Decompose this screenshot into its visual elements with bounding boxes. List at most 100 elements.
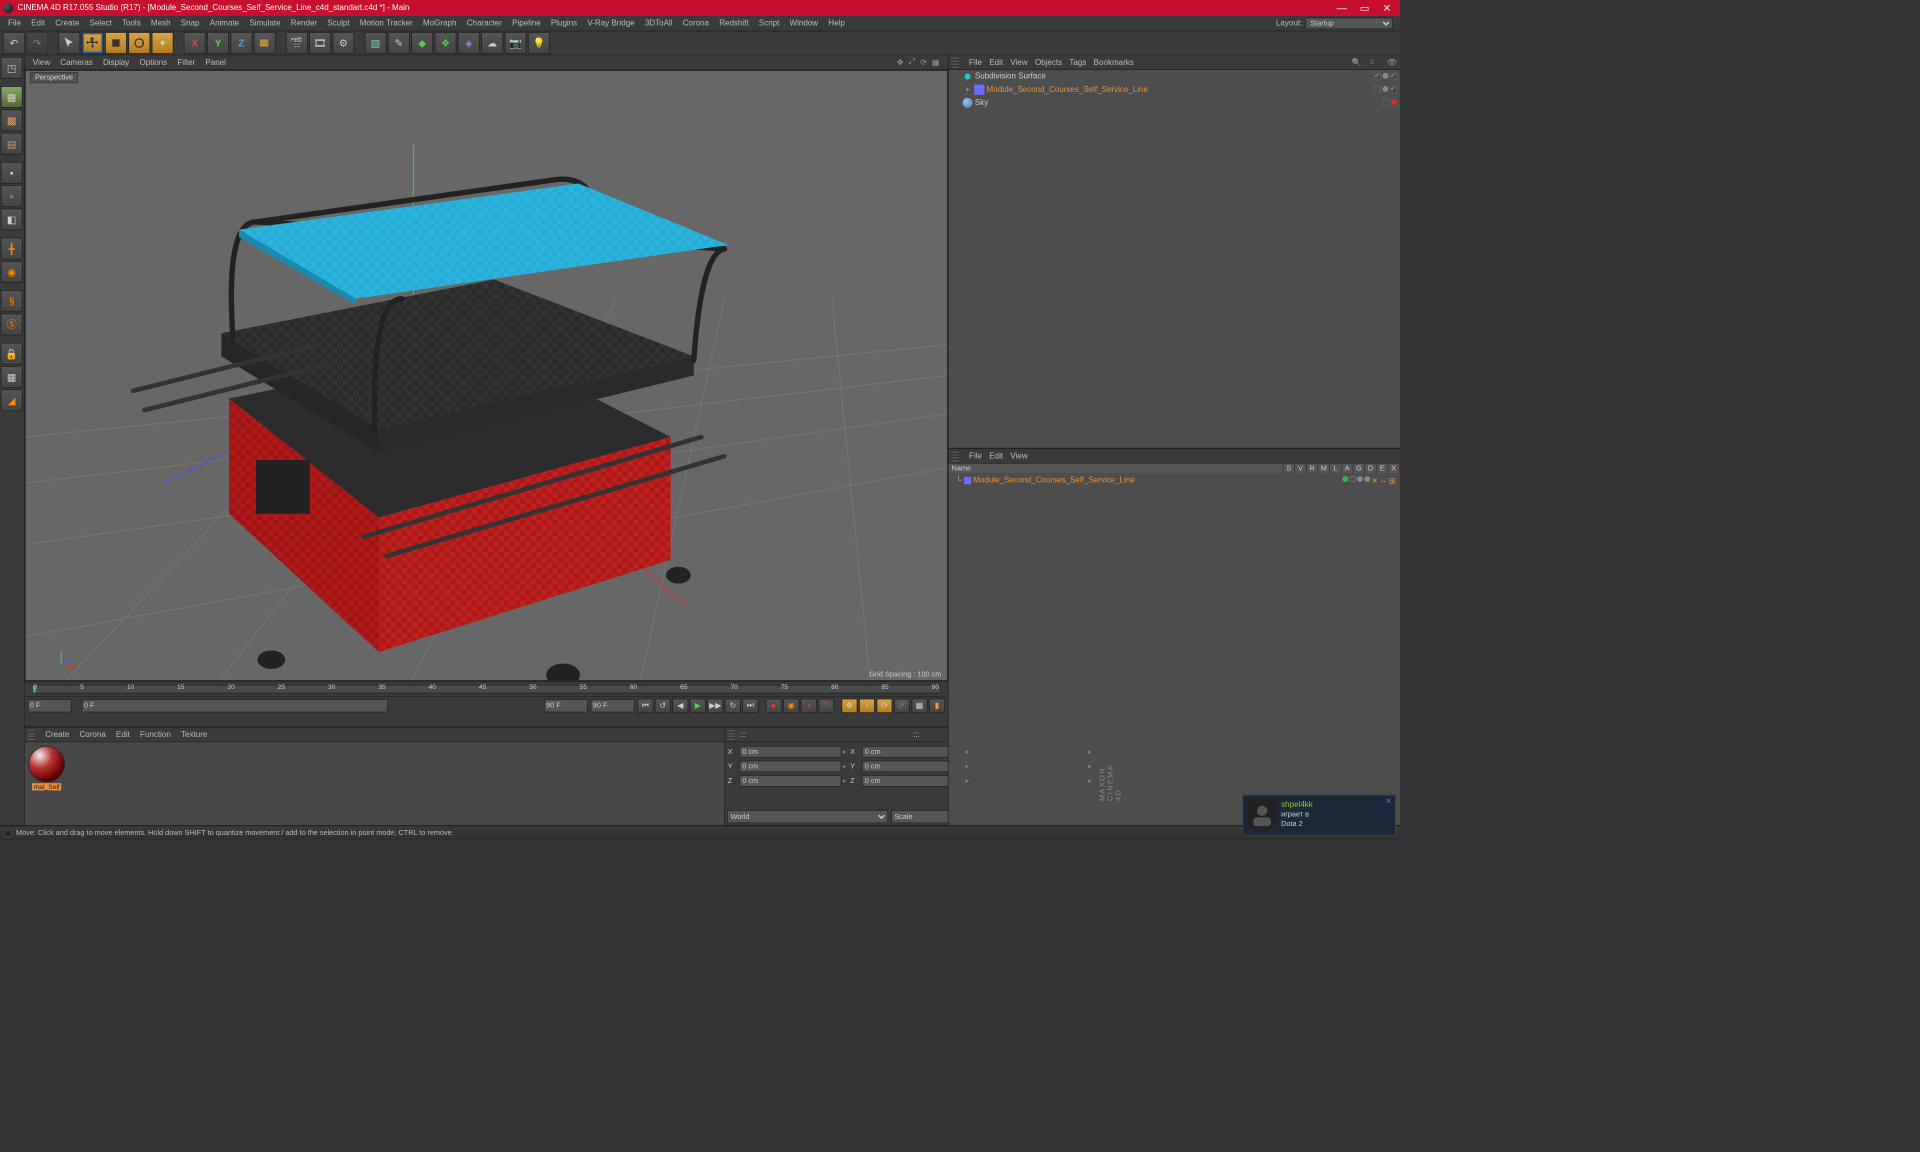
spinner-icon[interactable]: ▸: [965, 748, 971, 756]
menu-corona[interactable]: Corona: [678, 19, 715, 28]
menu-create[interactable]: Create: [50, 19, 84, 28]
scale-tool[interactable]: [105, 32, 127, 54]
frame-start-field[interactable]: [28, 699, 72, 712]
spinner-icon[interactable]: ▸: [1088, 777, 1094, 785]
frame-end-field[interactable]: [591, 699, 635, 712]
menu-mesh[interactable]: Mesh: [146, 19, 176, 28]
menu-sculpt[interactable]: Sculpt: [322, 19, 355, 28]
nurbs-tool[interactable]: ◆: [411, 32, 433, 54]
menu-character[interactable]: Character: [462, 19, 507, 28]
pos-key[interactable]: ✥: [841, 698, 857, 713]
rotate-tool[interactable]: [128, 32, 150, 54]
menu-mograph[interactable]: MoGraph: [418, 19, 462, 28]
menu-v-ray-bridge[interactable]: V-Ray Bridge: [582, 19, 639, 28]
take-col-r[interactable]: R: [1307, 464, 1319, 473]
autokey-button[interactable]: ◉: [783, 698, 799, 713]
spinner-icon[interactable]: ▸: [965, 777, 971, 785]
search-icon[interactable]: 🔍: [1352, 57, 1362, 67]
vp-layout-icon[interactable]: ▦: [932, 57, 942, 67]
home-icon[interactable]: ⌂: [1369, 57, 1379, 67]
maximize-button[interactable]: ▭: [1360, 2, 1370, 14]
vp-menu-cameras[interactable]: Cameras: [55, 58, 98, 67]
spinner-icon[interactable]: ▸: [1088, 762, 1094, 770]
take-menu-view[interactable]: View: [1010, 452, 1027, 461]
spinner-icon[interactable]: ▸: [843, 748, 849, 756]
menu-select[interactable]: Select: [84, 19, 117, 28]
redo-button[interactable]: ↷: [26, 32, 48, 54]
spinner-icon[interactable]: ▸: [1088, 748, 1094, 756]
take-item[interactable]: Module_Second_Courses_Self_Service_Line: [973, 476, 1134, 485]
coord-field-Y[interactable]: [739, 761, 841, 773]
eye-icon[interactable]: 👁: [1387, 57, 1397, 67]
material-list[interactable]: mat_Self: [25, 742, 724, 825]
pla-key[interactable]: ▦: [911, 698, 927, 713]
live-select-tool[interactable]: [58, 32, 80, 54]
take-col-l[interactable]: L: [1330, 464, 1342, 473]
enable-axis[interactable]: ╋: [1, 238, 23, 260]
menu-script[interactable]: Script: [754, 19, 785, 28]
menu-render[interactable]: Render: [286, 19, 323, 28]
step-back-loop[interactable]: ↺: [655, 698, 671, 713]
expander-icon[interactable]: +: [963, 85, 972, 94]
snap-toggle2[interactable]: Ⓢ: [1, 314, 23, 336]
locked-workplane[interactable]: 🔒: [1, 343, 23, 365]
layout-select[interactable]: Startup: [1305, 17, 1393, 29]
menu-tools[interactable]: Tools: [117, 19, 146, 28]
tree-label[interactable]: Subdivision Surface: [975, 72, 1046, 81]
mat-menu-function[interactable]: Function: [140, 730, 171, 739]
generator-tool[interactable]: ❖: [435, 32, 457, 54]
tree-row[interactable]: +Module_Second_Courses_Self_Service_Line: [949, 83, 1400, 96]
obj-menu-file[interactable]: File: [969, 58, 982, 67]
snap-toggle[interactable]: §: [1, 290, 23, 312]
material-label[interactable]: mat_Self: [32, 783, 61, 790]
spinner-icon[interactable]: ▸: [843, 762, 849, 770]
menu-animate[interactable]: Animate: [205, 19, 245, 28]
menu-simulate[interactable]: Simulate: [244, 19, 285, 28]
project-button[interactable]: ▮: [929, 698, 945, 713]
close-button[interactable]: ✕: [1383, 2, 1392, 14]
obj-menu-view[interactable]: View: [1010, 58, 1027, 67]
planar-workplane[interactable]: ▦: [1, 366, 23, 388]
tree-label[interactable]: Sky: [975, 98, 988, 107]
obj-menu-tags[interactable]: Tags: [1069, 58, 1086, 67]
menu-3dtoall[interactable]: 3DToAll: [640, 19, 678, 28]
play-button[interactable]: ▶: [690, 698, 706, 713]
tree-row[interactable]: Sky: [949, 96, 1400, 109]
camera-tool[interactable]: 📷: [505, 32, 527, 54]
material-preview-icon[interactable]: [29, 747, 64, 782]
take-body[interactable]: └ Module_Second_Courses_Self_Service_Lin…: [949, 473, 1400, 825]
menu-motion-tracker[interactable]: Motion Tracker: [355, 19, 418, 28]
obj-menu-objects[interactable]: Objects: [1035, 58, 1062, 67]
go-end-button[interactable]: ⏭: [742, 698, 758, 713]
tree-row[interactable]: Subdivision Surface: [949, 70, 1400, 83]
keyframe-q[interactable]: ?: [818, 698, 834, 713]
obj-menu-bookmarks[interactable]: Bookmarks: [1094, 58, 1134, 67]
steam-notification[interactable]: ✕ shpel4kk играет в Dota 2: [1242, 795, 1395, 836]
take-col-d[interactable]: D: [1365, 464, 1377, 473]
vp-menu-view[interactable]: View: [28, 58, 55, 67]
mat-menu-texture[interactable]: Texture: [181, 730, 207, 739]
make-editable[interactable]: ◳: [1, 57, 23, 79]
render-settings[interactable]: ⚙: [332, 32, 354, 54]
undo-button[interactable]: ↶: [3, 32, 25, 54]
take-col-v[interactable]: V: [1295, 464, 1307, 473]
scale-key[interactable]: ▫: [859, 698, 875, 713]
toast-close-button[interactable]: ✕: [1385, 796, 1392, 805]
take-menu-edit[interactable]: Edit: [989, 452, 1003, 461]
param-key[interactable]: Ⓟ: [894, 698, 910, 713]
coord-field-X[interactable]: [739, 746, 841, 758]
go-start-button[interactable]: ⏮: [637, 698, 653, 713]
render-pv[interactable]: 🎞: [309, 32, 331, 54]
move-tool[interactable]: [82, 32, 104, 54]
z-axis-lock[interactable]: Z: [230, 32, 252, 54]
keyframe-sel[interactable]: ◑: [801, 698, 817, 713]
last-tool[interactable]: ✦: [152, 32, 174, 54]
menu-plugins[interactable]: Plugins: [546, 19, 583, 28]
object-tree[interactable]: Subdivision Surface +Module_Second_Course…: [949, 70, 1400, 449]
frame-in-field[interactable]: [82, 699, 388, 712]
vp-menu-options[interactable]: Options: [134, 58, 172, 67]
mat-menu-create[interactable]: Create: [45, 730, 69, 739]
step-back-button[interactable]: ◀: [672, 698, 688, 713]
vp-menu-filter[interactable]: Filter: [172, 58, 200, 67]
workplane-mode[interactable]: ▤: [1, 133, 23, 155]
